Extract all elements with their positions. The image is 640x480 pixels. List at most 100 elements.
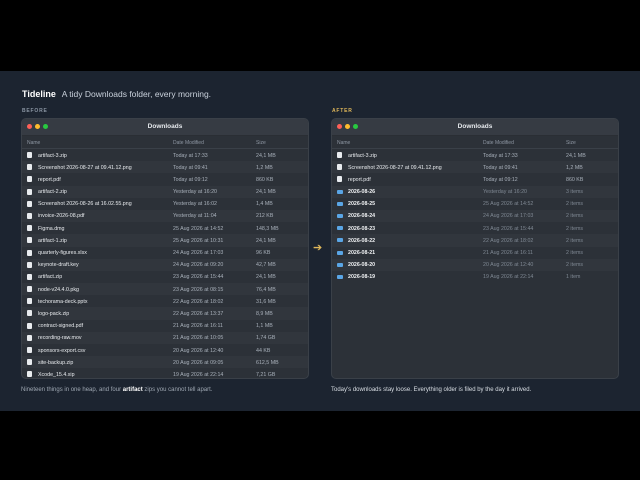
file-size: 1,1 MB [256,323,273,330]
column-date-modified[interactable]: Date Modified [483,140,514,146]
file-size: 212 KB [256,213,274,220]
folder-icon [337,213,343,218]
file-row[interactable]: keynote-draft.key 24 Aug 2026 at 09:20 42,… [22,258,308,271]
date-modified: 25 Aug 2026 at 10:31 [173,237,224,244]
date-modified: Today at 09:12 [173,176,208,183]
file-icon [27,359,32,366]
file-name: report.pdf [38,176,61,183]
caption-before-bold: artifact [122,387,143,393]
file-row[interactable]: artifact-3.zip Today at 17:33 24,1 MB [332,149,618,161]
file-row[interactable]: artifact-2.zip Yesterday at 16:20 24,1 MB [22,185,308,198]
file-size: 148,3 MB [256,225,279,232]
file-name: Xcode_15.4.xip [38,371,75,378]
file-size: 24,1 MB [256,189,276,196]
date-modified: 23 Aug 2026 at 15:44 [483,225,534,232]
brand-header: Tideline A tidy Downloads folder, every … [22,89,211,99]
file-name: Figma.dmg [38,225,65,232]
after-label: AFTER [332,108,353,114]
file-list-after: artifact-3.zip Today at 17:33 24,1 MB Scree… [332,149,618,283]
file-row[interactable]: artifact.zip 23 Aug 2026 at 15:44 24,1 MB [22,271,308,283]
file-name: 2026-08-22 [348,237,376,244]
file-row[interactable]: artifact-1.zip 25 Aug 2026 at 10:31 24,1 M… [22,234,308,247]
date-modified: 21 Aug 2026 at 16:11 [483,250,533,256]
file-size: 860 KB [566,176,584,183]
file-name: artifact-1.zip [38,237,67,244]
folder-icon [337,274,343,279]
folder-row[interactable]: 2026-08-19 19 Aug 2026 at 22:14 1 item [332,271,618,283]
folder-icon [337,262,343,267]
file-name: sponsors-export.csv [38,347,86,354]
file-row[interactable]: Xcode_15.4.xip 19 Aug 2026 at 22:14 7,21 G… [22,368,308,378]
date-modified: Today at 17:33 [173,152,208,159]
file-size: 2 items [566,237,584,244]
file-row[interactable]: Figma.dmg 25 Aug 2026 at 14:52 148,3 MB [22,222,308,234]
file-row[interactable]: sponsors-export.csv 20 Aug 2026 at 12:40 4… [22,344,308,356]
file-row[interactable]: report.pdf Today at 09:12 860 KB [332,173,618,185]
file-icon [27,334,32,341]
column-date-modified[interactable]: Date Modified [173,140,204,146]
folder-icon [337,201,343,206]
file-name: logo-pack.zip [38,310,70,317]
date-modified: 20 Aug 2026 at 09:05 [173,359,224,366]
file-icon [27,188,32,195]
file-name: techorama-deck.pptx [38,298,88,305]
file-row[interactable]: report.pdf Today at 09:12 860 KB [22,173,308,185]
folder-row[interactable]: 2026-08-24 24 Aug 2026 at 17:03 2 items [332,209,618,223]
column-size[interactable]: Size [256,140,266,146]
file-row[interactable]: Screenshot 2026-08-27 at 09.41.12.png Tod… [332,161,618,174]
date-modified: Yesterday at 16:20 [483,189,527,196]
folder-row[interactable]: 2026-08-23 23 Aug 2026 at 15:44 2 items [332,222,618,234]
finder-window-after: Downloads Name Date Modified Size artifa… [331,118,619,379]
file-row[interactable]: contract-signed.pdf 21 Aug 2026 at 16:11 1… [22,320,308,332]
file-size: 7,21 GB [256,371,276,378]
file-icon [337,164,342,171]
column-name[interactable]: Name [337,140,350,146]
file-size: 612,5 MB [256,359,279,366]
before-label: BEFORE [22,108,48,114]
file-row[interactable]: Screenshot 2026-08-26 at 16.02.55.png Yes… [22,198,308,210]
date-modified: 24 Aug 2026 at 09:20 [173,262,224,269]
folder-row[interactable]: 2026-08-21 21 Aug 2026 at 16:11 2 items [332,247,618,259]
file-size: 8,9 MB [256,310,273,317]
folder-row[interactable]: 2026-08-26 Yesterday at 16:20 3 items [332,185,618,198]
file-row[interactable]: site-backup.zip 20 Aug 2026 at 09:05 612,5… [22,356,308,369]
date-modified: 20 Aug 2026 at 12:40 [483,262,534,269]
file-name: 2026-08-20 [348,262,376,269]
arrow-right-icon: ➔ [313,242,323,254]
file-row[interactable]: quarterly-figures.xlsx 24 Aug 2026 at 17:… [22,247,308,259]
file-row[interactable]: node-v24.4.0.pkg 23 Aug 2026 at 08:15 76,4… [22,283,308,296]
file-row[interactable]: techorama-deck.pptx 22 Aug 2026 at 18:02 3… [22,295,308,307]
file-name: artifact.zip [38,274,63,281]
file-row[interactable]: artifact-3.zip Today at 17:33 24,1 MB [22,149,308,161]
column-name[interactable]: Name [27,140,40,146]
file-size: 1 item [566,274,581,281]
date-modified: 23 Aug 2026 at 08:15 [173,286,224,293]
folder-row[interactable]: 2026-08-22 22 Aug 2026 at 18:02 2 items [332,234,618,247]
file-size: 2 items [566,250,584,256]
window-title: Downloads [147,123,183,130]
file-name: Screenshot 2026-08-27 at 09.41.12.png [348,164,442,171]
caption-after: Today's downloads stay loose. Everything… [331,387,532,393]
caption-before-tail: zips you cannot tell apart. [142,387,213,393]
file-icon [27,322,32,329]
file-icon [337,176,342,183]
date-modified: Yesterday at 16:02 [173,201,217,208]
folder-row[interactable]: 2026-08-25 25 Aug 2026 at 14:52 2 items [332,198,618,210]
file-row[interactable]: invoice-2026-08.pdf Yesterday at 11:04 212… [22,209,308,223]
file-size: 44 KB [256,347,271,354]
file-row[interactable]: recording-raw.mov 21 Aug 2026 at 10:05 1,7… [22,331,308,344]
date-modified: Today at 09:12 [483,176,518,183]
file-size: 24,1 MB [566,152,586,159]
file-icon [27,261,32,268]
stage: Tideline A tidy Downloads folder, every … [0,71,640,411]
file-size: 96 KB [256,250,271,256]
file-size: 3 items [566,189,584,196]
file-row[interactable]: logo-pack.zip 22 Aug 2026 at 13:37 8,9 MB [22,307,308,320]
file-row[interactable]: Screenshot 2026-08-27 at 09.41.12.png Tod… [22,161,308,174]
file-name: Screenshot 2026-08-27 at 09.41.12.png [38,164,132,171]
window-titlebar: Downloads [332,119,618,136]
date-modified: 20 Aug 2026 at 12:40 [173,347,224,354]
file-name: site-backup.zip [38,359,74,366]
column-size[interactable]: Size [566,140,576,146]
folder-row[interactable]: 2026-08-20 20 Aug 2026 at 12:40 2 items [332,258,618,271]
